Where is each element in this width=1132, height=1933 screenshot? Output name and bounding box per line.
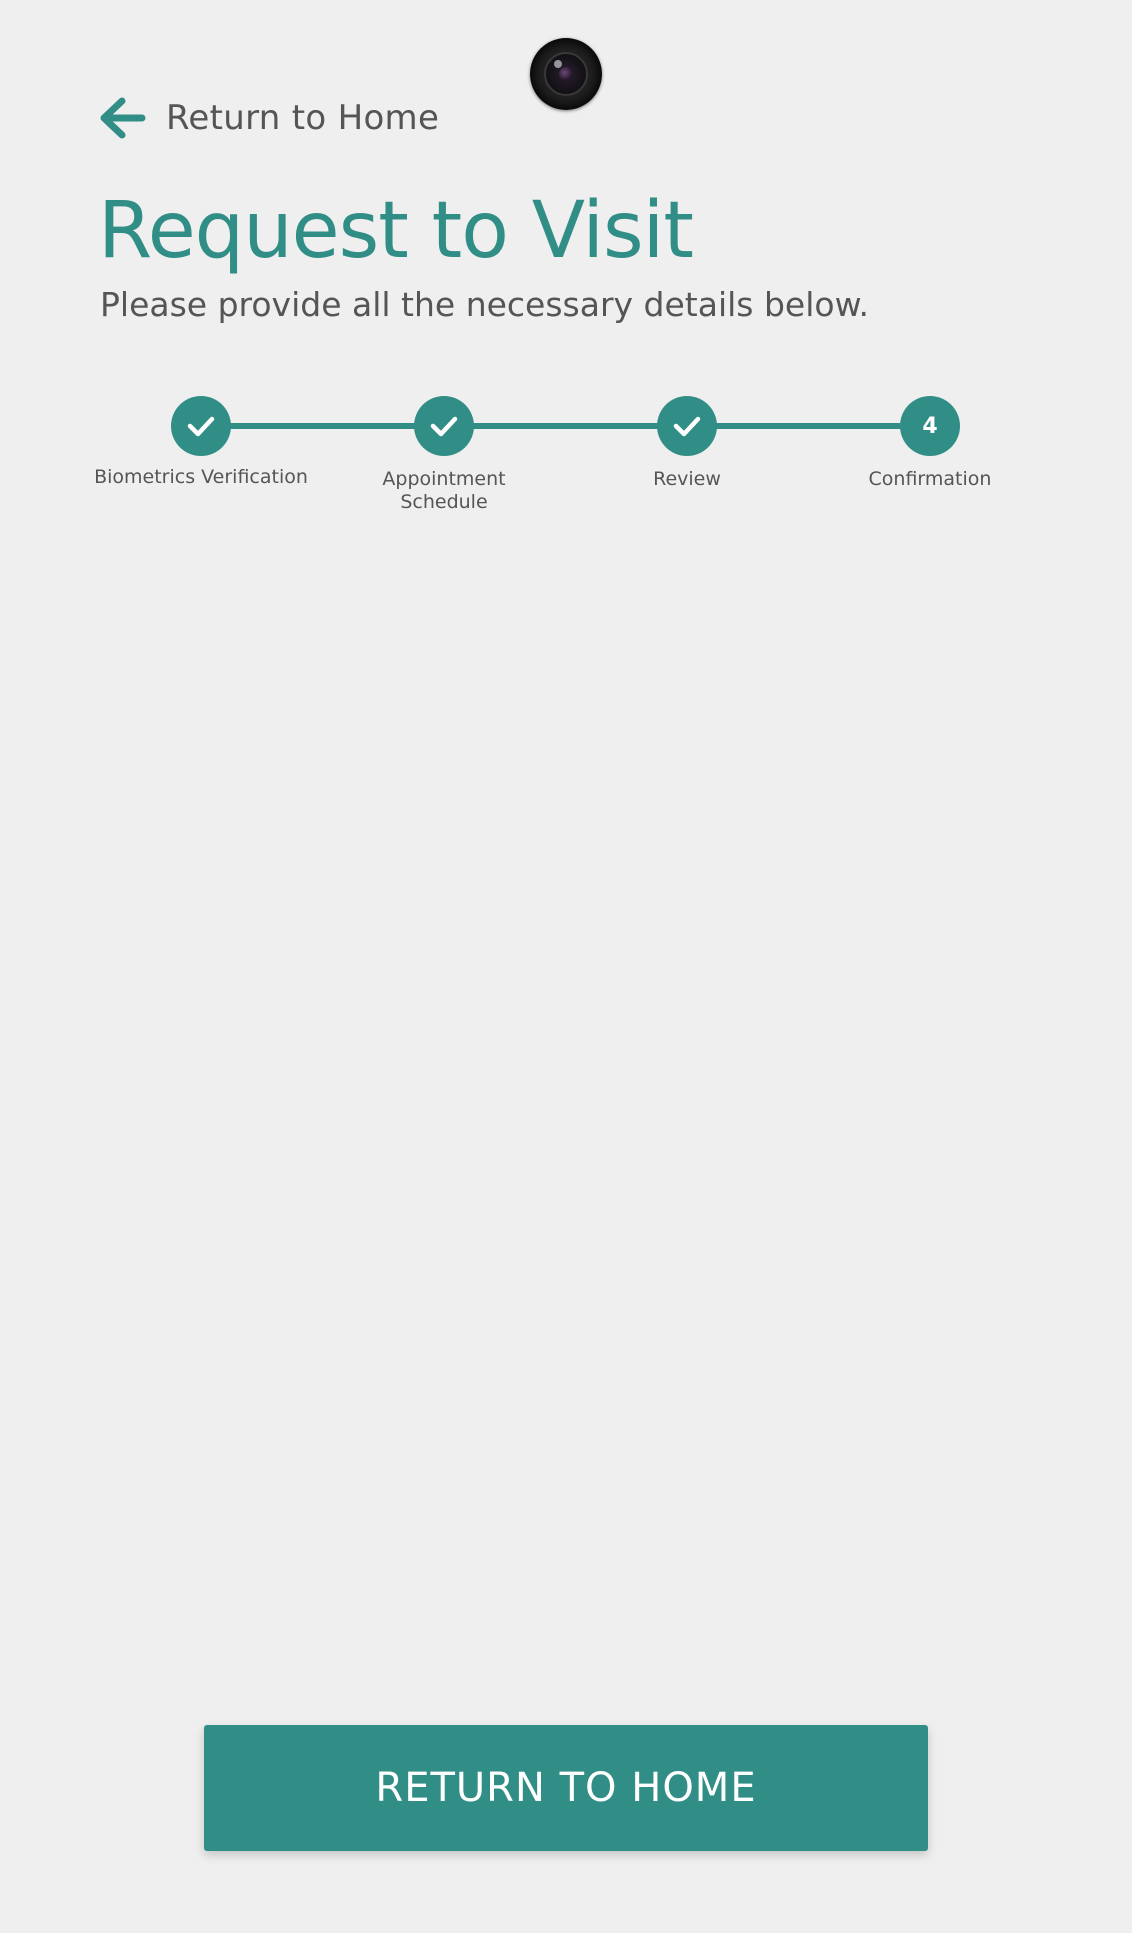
- page-title: Request to Visit: [98, 186, 694, 276]
- check-icon: [430, 416, 458, 437]
- step-complete-indicator: [171, 396, 231, 456]
- check-icon: [187, 416, 215, 437]
- progress-stepper: Biometrics Verification Appointment Sche…: [0, 396, 1132, 526]
- page-subtitle: Please provide all the necessary details…: [100, 285, 870, 324]
- camera-icon: [530, 38, 602, 110]
- step-label: Schedule: [400, 491, 488, 513]
- step-confirmation: 4 Confirmation: [810, 396, 1050, 491]
- step-label: Appointment: [382, 468, 506, 490]
- step-complete-indicator: [414, 396, 474, 456]
- camera-lens: [544, 52, 588, 96]
- step-complete-indicator: [657, 396, 717, 456]
- check-icon: [673, 416, 701, 437]
- step-biometrics-verification: Biometrics Verification: [81, 396, 321, 489]
- step-review: Review: [567, 396, 807, 491]
- arrow-left-icon: [100, 97, 146, 139]
- request-to-visit-page: Return to Home Request to Visit Please p…: [0, 0, 1132, 1933]
- step-label: Biometrics Verification: [94, 466, 308, 488]
- step-number-indicator: 4: [900, 396, 960, 456]
- step-label: Review: [653, 468, 721, 490]
- step-appointment-schedule: Appointment Schedule: [324, 396, 564, 514]
- return-to-home-button[interactable]: RETURN TO HOME: [204, 1725, 928, 1851]
- return-to-home-label: Return to Home: [166, 98, 440, 138]
- return-to-home-link[interactable]: Return to Home: [98, 92, 439, 144]
- step-label: Confirmation: [868, 468, 992, 490]
